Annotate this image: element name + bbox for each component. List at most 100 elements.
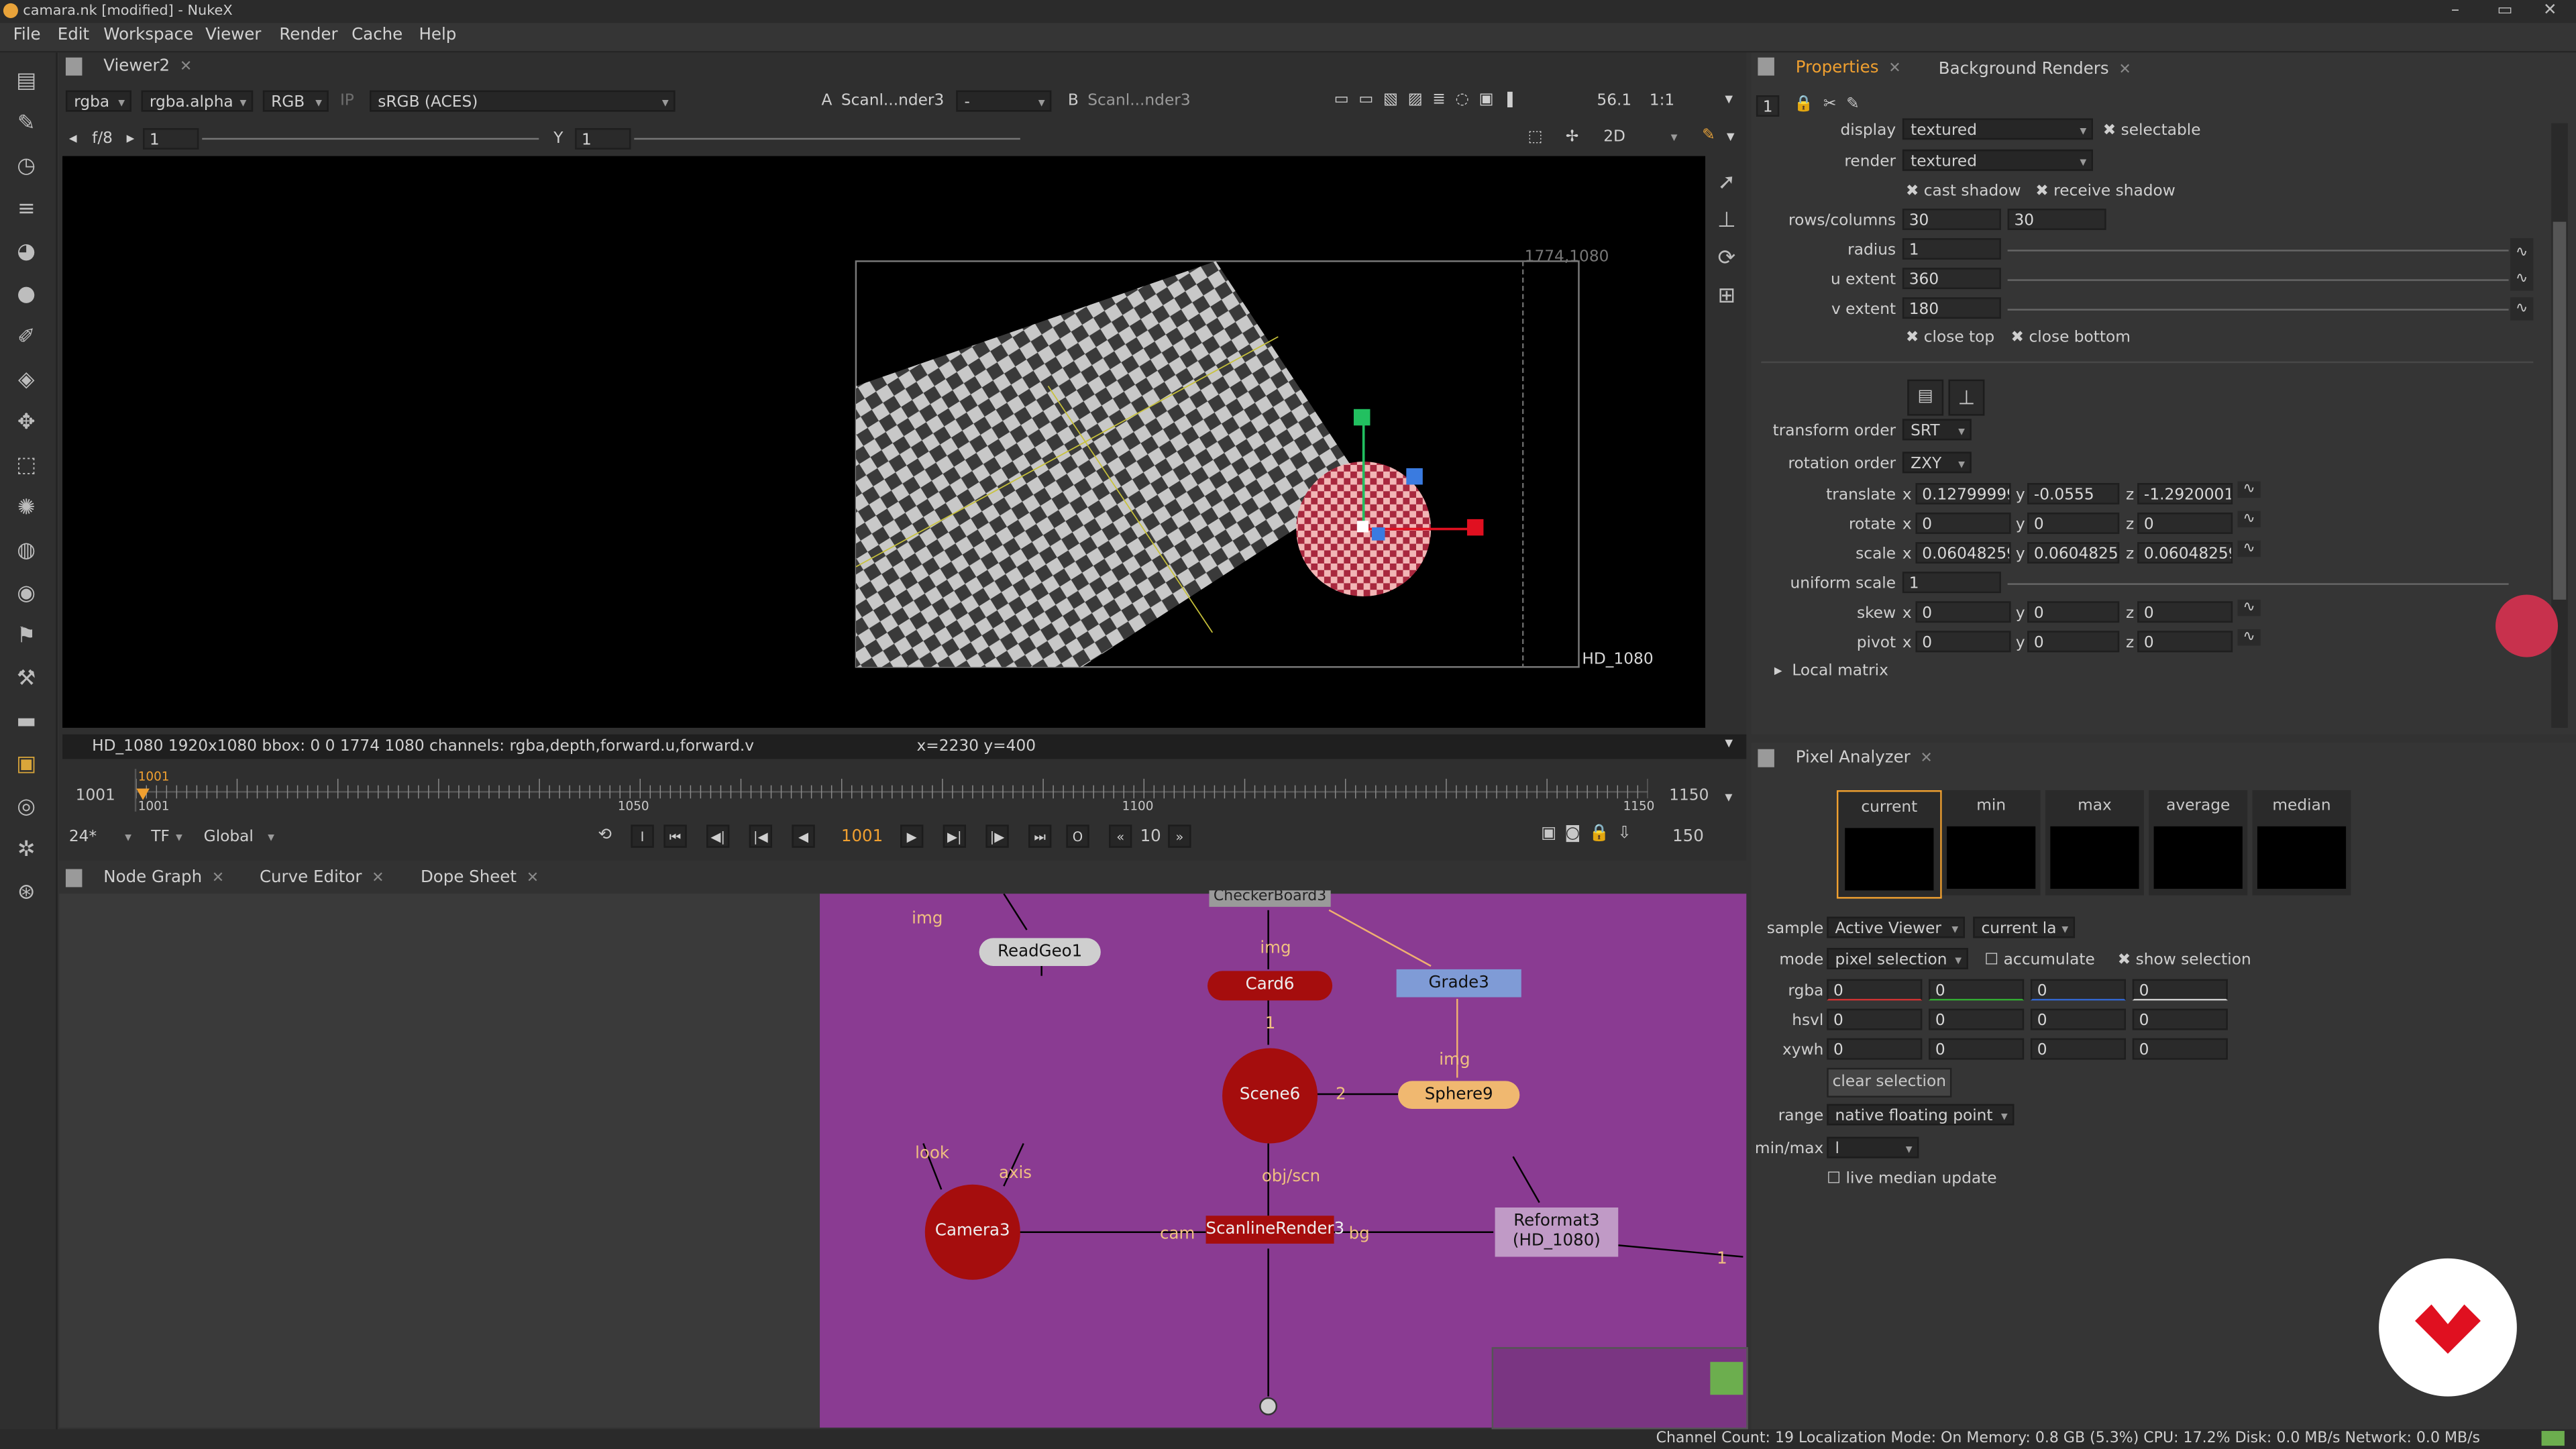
- fstop-arrow-icon[interactable]: ◂: [69, 129, 77, 148]
- hsvl-s-field[interactable]: 0: [1929, 1008, 2025, 1030]
- swatch-median[interactable]: median: [2252, 790, 2351, 896]
- next-frame-button[interactable]: ▶|: [943, 824, 967, 848]
- hsvl-h-field[interactable]: 0: [1827, 1008, 1923, 1030]
- toolsets-icon[interactable]: ⚒: [13, 667, 40, 693]
- tab-close-icon[interactable]: ✕: [527, 871, 539, 887]
- translate-z-field[interactable]: -1.29200017: [2137, 483, 2233, 504]
- cast-shadow-checkbox[interactable]: ✖ cast shadow: [1906, 182, 2021, 201]
- playback-range-field[interactable]: 150: [1672, 828, 1704, 846]
- timeline-options-icon[interactable]: ▾: [1725, 790, 1732, 806]
- swatch-max[interactable]: max: [2045, 790, 2144, 896]
- keyer-nodes-icon[interactable]: ✐: [13, 325, 40, 352]
- rotation-order-dropdown[interactable]: ZXY: [1902, 451, 1972, 475]
- display-mode-dropdown[interactable]: RGB: [262, 90, 329, 113]
- swatch-min[interactable]: min: [1941, 790, 2041, 896]
- image-nodes-icon[interactable]: ▤: [13, 69, 40, 95]
- channel-nodes-icon[interactable]: ≡: [13, 197, 40, 223]
- rgba-r-field[interactable]: 0: [1827, 979, 1923, 1001]
- xywh-h-field[interactable]: 0: [2132, 1038, 2228, 1060]
- zoom-level[interactable]: 56.1: [1597, 92, 1631, 110]
- show-selection-checkbox[interactable]: ✖ show selection: [2118, 951, 2251, 969]
- input-a-operation-dropdown[interactable]: -: [956, 90, 1052, 113]
- panel-tool-icons[interactable]: 🔒✂✎: [1794, 95, 1869, 113]
- transform-handle-icon[interactable]: ✢: [1566, 128, 1579, 146]
- tab-viewer2[interactable]: Viewer2 ✕: [103, 58, 192, 76]
- animation-curve-icon[interactable]: ∿: [2510, 297, 2534, 321]
- node-scanlinerender[interactable]: ScanlineRender3: [1205, 1216, 1344, 1244]
- pa-panel-menu-icon[interactable]: [1758, 749, 1774, 767]
- rows-field[interactable]: 30: [1902, 209, 2001, 230]
- ocula-icon[interactable]: ◎: [13, 795, 40, 821]
- timeline-end-field[interactable]: 1150: [1669, 787, 1709, 805]
- v-extent-field[interactable]: 180: [1902, 297, 2001, 319]
- menu-file[interactable]: File: [13, 26, 41, 44]
- range-dropdown[interactable]: native floating point: [1827, 1104, 2015, 1127]
- menu-cache[interactable]: Cache: [352, 26, 402, 44]
- u-extent-field[interactable]: 360: [1902, 268, 2001, 290]
- draw-nodes-icon[interactable]: ✎: [13, 112, 40, 138]
- menu-edit[interactable]: Edit: [58, 26, 89, 44]
- current-frame-field[interactable]: 1001: [841, 828, 883, 846]
- timeline-start-field[interactable]: 1001: [76, 787, 115, 805]
- all-plugins-icon[interactable]: ⊛: [13, 881, 40, 907]
- hsvl-l-field[interactable]: 0: [2132, 1008, 2228, 1030]
- color-nodes-icon[interactable]: ◕: [13, 240, 40, 266]
- rotate-y-field[interactable]: 0: [2027, 513, 2120, 534]
- range-scope-dropdown[interactable]: Global: [197, 826, 279, 848]
- animation-curve-icon[interactable]: ∿: [2237, 511, 2261, 528]
- alpha-dropdown[interactable]: rgba.alpha: [141, 90, 254, 113]
- node-scene[interactable]: Scene6: [1222, 1048, 1318, 1144]
- cara-vr-icon[interactable]: ✲: [13, 838, 40, 864]
- channels-dropdown[interactable]: rgba: [65, 90, 131, 113]
- frame-increment-field[interactable]: 10: [1140, 828, 1161, 846]
- node-sphere[interactable]: Sphere9: [1398, 1081, 1520, 1110]
- rgba-g-field[interactable]: 0: [1929, 979, 2025, 1001]
- viewer-settings-icon[interactable]: ▾: [1725, 91, 1733, 109]
- time-nodes-icon[interactable]: ◷: [13, 154, 40, 180]
- accumulate-checkbox[interactable]: ☐ accumulate: [1984, 951, 2094, 969]
- rgba-a-field[interactable]: 0: [2132, 979, 2228, 1001]
- fps-dropdown[interactable]: 24*: [62, 826, 136, 848]
- timeline[interactable]: 1001 1001 1001 1050 1100 1150 1150 ▾: [62, 769, 1746, 821]
- tab-close-icon[interactable]: ✕: [180, 59, 192, 75]
- swatch-average[interactable]: average: [2149, 790, 2248, 896]
- panel-menu-icon[interactable]: [65, 57, 83, 76]
- gain-field[interactable]: 1: [143, 128, 199, 150]
- info-expand-icon[interactable]: ▾: [1725, 735, 1733, 753]
- gamma-field[interactable]: 1: [575, 128, 631, 150]
- close-bottom-checkbox[interactable]: ✖ close bottom: [2011, 329, 2131, 347]
- xywh-y-field[interactable]: 0: [1929, 1038, 2025, 1060]
- tab-dope-sheet[interactable]: Dope Sheet ✕: [421, 869, 539, 888]
- live-median-checkbox[interactable]: ☐ live median update: [1827, 1170, 1996, 1188]
- close-top-checkbox[interactable]: ✖ close top: [1906, 329, 1994, 347]
- deep-nodes-icon[interactable]: ◍: [13, 539, 40, 565]
- in-point-button[interactable]: I: [631, 824, 654, 848]
- menu-viewer[interactable]: Viewer: [205, 26, 261, 44]
- sample-dropdown[interactable]: Active Viewer: [1827, 916, 1965, 940]
- min-max-dropdown[interactable]: l: [1827, 1136, 1919, 1160]
- skew-z-field[interactable]: 0: [2137, 601, 2233, 623]
- furnace-nodes-icon[interactable]: ▣: [13, 753, 40, 779]
- roi-icon[interactable]: ⬚: [1528, 128, 1543, 146]
- render-dropdown[interactable]: textured: [1902, 149, 2094, 172]
- tab-close-icon[interactable]: ✕: [212, 871, 224, 887]
- 3d-nodes-icon[interactable]: ⬚: [13, 453, 40, 480]
- playback-mode-icons[interactable]: ▣◙🔒⇩: [1541, 824, 1640, 843]
- u-extent-slider[interactable]: [2007, 279, 2509, 281]
- radius-field[interactable]: 1: [1902, 238, 2001, 260]
- animation-curve-icon[interactable]: ∿: [2510, 238, 2534, 268]
- node-grade[interactable]: Grade3: [1396, 969, 1521, 998]
- animation-curve-icon[interactable]: ∿: [2510, 268, 2534, 291]
- viewer-canvas[interactable]: 1774,1080 HD_1080: [62, 156, 1706, 728]
- viewer-options-icon[interactable]: ▾: [1727, 128, 1735, 146]
- menu-workspace[interactable]: Workspace: [103, 26, 193, 44]
- tab-close-icon[interactable]: ✕: [1920, 751, 1932, 767]
- viewer-tool-icons[interactable]: ▭▭▧▨≣◌▣❚: [1334, 91, 1527, 109]
- node-checkerboard[interactable]: CheckerBoard3: [1209, 890, 1331, 907]
- fstop-value[interactable]: f/8: [92, 129, 113, 148]
- tab-close-icon[interactable]: ✕: [1888, 61, 1900, 77]
- gain-slider[interactable]: [202, 138, 539, 140]
- transform-nodes-icon[interactable]: ✥: [13, 411, 40, 437]
- pivot-axis-icon[interactable]: ⊥: [1948, 379, 1985, 416]
- tab-pixel-analyzer[interactable]: Pixel Analyzer ✕: [1796, 749, 1933, 767]
